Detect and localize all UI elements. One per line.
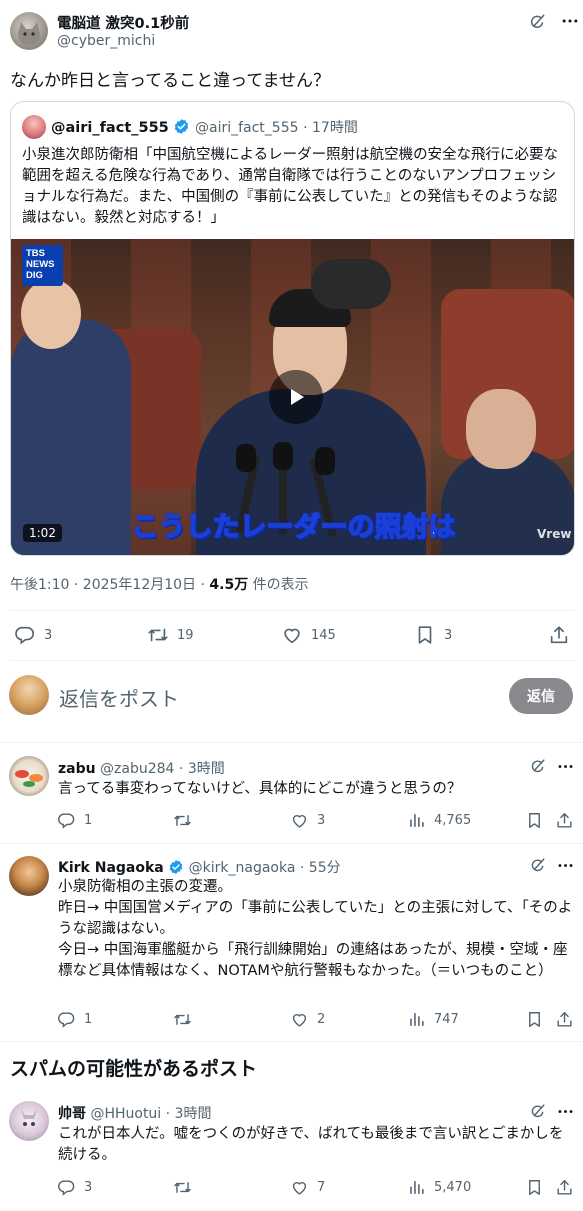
repost-button[interactable] <box>173 1010 200 1029</box>
video-duration: 1:02 <box>23 524 62 542</box>
reply-button[interactable]: 3 <box>14 624 52 646</box>
reply-submit-button[interactable]: 返信 <box>509 678 573 714</box>
reply-author-name[interactable]: zabu <box>58 761 96 777</box>
like-button[interactable]: 3 <box>290 811 325 830</box>
reply-time[interactable]: · 3時間 <box>166 1106 212 1122</box>
post-timestamp[interactable]: 午後1:10 · 2025年12月10日 · <box>10 577 209 593</box>
reply-icon <box>57 1010 76 1029</box>
like-icon <box>290 811 309 830</box>
bookmark-button[interactable] <box>525 811 544 830</box>
more-icon[interactable] <box>560 11 580 31</box>
more-icon[interactable] <box>556 856 575 875</box>
reply-text: 言ってる事変わってないけど、具体的にどこが違うと思うの？ <box>58 781 462 797</box>
share-icon <box>555 1178 574 1197</box>
avatar-zabu[interactable] <box>9 756 49 796</box>
views-button[interactable]: 747 <box>407 1010 459 1029</box>
play-icon <box>291 389 304 405</box>
quote-text: 小泉進次郎防衛相「中国航空機によるレーダー照射は航空機の安全な飛行に必要な範囲を… <box>22 147 559 226</box>
reply-time[interactable]: · 3時間 <box>179 761 225 777</box>
share-icon <box>548 624 570 646</box>
bookmark-icon <box>414 624 436 646</box>
views-icon <box>407 1178 426 1197</box>
more-icon[interactable] <box>556 1102 575 1121</box>
grok-icon[interactable] <box>527 12 547 32</box>
verified-badge-icon <box>173 118 190 135</box>
bookmark-button[interactable] <box>525 1178 544 1197</box>
reply-input[interactable]: 返信をポスト <box>59 683 479 712</box>
author-handle[interactable]: @cyber_michi <box>57 33 155 49</box>
views-count: 4.5万 <box>209 577 249 593</box>
views-label: 件の表示 <box>248 577 309 593</box>
repost-icon <box>173 1178 192 1197</box>
like-button[interactable]: 2 <box>290 1010 325 1029</box>
quote-avatar <box>22 115 46 139</box>
repost-button[interactable] <box>173 1178 200 1197</box>
views-button[interactable]: 5,470 <box>407 1178 471 1197</box>
reply-author-handle[interactable]: @kirk_nagaoka <box>189 860 296 876</box>
video-watermark: Vrew <box>537 527 572 541</box>
verified-badge-icon <box>168 859 184 875</box>
bookmark-button[interactable]: 3 <box>414 624 452 646</box>
quote-card[interactable]: @airi_fact_555 @airi_fact_555 · 17時間 小泉進… <box>10 101 575 556</box>
reply-icon <box>57 811 76 830</box>
reply-button[interactable]: 3 <box>57 1178 92 1197</box>
like-icon <box>281 624 303 646</box>
reply-button[interactable]: 1 <box>57 811 92 830</box>
share-icon <box>555 1010 574 1029</box>
repost-button[interactable] <box>173 811 200 830</box>
quote-author-name[interactable]: @airi_fact_555 <box>51 120 169 136</box>
reply-author-handle[interactable]: @HHuotui <box>90 1106 161 1122</box>
like-icon <box>290 1010 309 1029</box>
reply-button[interactable]: 1 <box>57 1010 92 1029</box>
reply-text: これが日本人だ。嘘をつくのが好きで、ばれても最後まで言い訳とごまかしを続ける。 <box>58 1126 564 1163</box>
share-button[interactable] <box>548 624 570 646</box>
share-icon <box>555 811 574 830</box>
avatar-kirk-nagaoka[interactable] <box>9 856 49 896</box>
grok-icon[interactable] <box>528 856 547 875</box>
views-icon <box>407 1010 426 1029</box>
reply-author-name[interactable]: Kirk Nagaoka <box>58 860 164 876</box>
views-icon <box>407 811 426 830</box>
like-icon <box>290 1178 309 1197</box>
views-button[interactable]: 4,765 <box>407 811 471 830</box>
reply-icon <box>14 624 36 646</box>
reply-author-handle[interactable]: @zabu284 <box>100 761 174 777</box>
spam-section-heading: スパムの可能性があるポスト <box>10 1058 258 1080</box>
post-text: なんか昨日と言ってること違ってません？ <box>10 71 330 91</box>
bookmark-icon <box>525 1010 544 1029</box>
repost-icon <box>173 1010 192 1029</box>
quote-time[interactable]: · 17時間 <box>303 120 358 136</box>
reply-time[interactable]: · 55分 <box>300 860 341 876</box>
avatar-hhuotui[interactable] <box>9 1101 49 1141</box>
share-button[interactable] <box>555 811 574 830</box>
grok-icon[interactable] <box>528 757 547 776</box>
avatar-cyber-michi[interactable] <box>10 12 48 50</box>
repost-icon <box>173 811 192 830</box>
tbs-news-dig-logo: TBS NEWS DIG <box>22 245 63 286</box>
author-name[interactable]: 電脳道 激突0.1秒前 <box>57 12 189 33</box>
reply-author-name[interactable]: 帅哥 <box>58 1106 86 1122</box>
play-button[interactable] <box>269 370 323 424</box>
reply-text: 小泉防衛相の主張の変遷。 昨日→ 中国国営メディアの「事前に公表していた」との主… <box>58 879 573 979</box>
video-player[interactable]: TBS NEWS DIG こうしたレーダーの照射は 1:02 Vrew <box>11 239 574 555</box>
quote-author-handle[interactable]: @airi_fact_555 <box>195 120 299 136</box>
share-button[interactable] <box>555 1178 574 1197</box>
reply-icon <box>57 1178 76 1197</box>
repost-icon <box>147 624 169 646</box>
bookmark-icon <box>525 1178 544 1197</box>
like-button[interactable]: 145 <box>281 624 336 646</box>
bookmark-button[interactable] <box>525 1010 544 1029</box>
like-button[interactable]: 7 <box>290 1178 325 1197</box>
repost-button[interactable]: 19 <box>147 624 194 646</box>
bookmark-icon <box>525 811 544 830</box>
grok-icon[interactable] <box>528 1102 547 1121</box>
more-icon[interactable] <box>556 757 575 776</box>
share-button[interactable] <box>555 1010 574 1029</box>
video-subtitle: こうしたレーダーの照射は <box>131 511 457 544</box>
my-avatar <box>9 675 49 715</box>
